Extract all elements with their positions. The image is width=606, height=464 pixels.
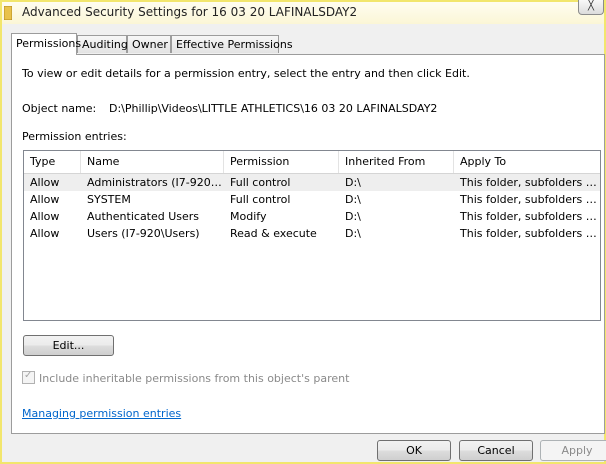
cell-name: SYSTEM bbox=[87, 193, 131, 206]
cell-type: Allow bbox=[30, 176, 60, 189]
permission-entries-list[interactable]: Type Name Permission Inherited From Appl… bbox=[23, 150, 601, 321]
cell-inherited-from: D:\ bbox=[345, 227, 361, 240]
folder-icon bbox=[3, 5, 13, 21]
tab-permissions[interactable]: Permissions bbox=[11, 33, 81, 55]
tab-label: Permissions bbox=[16, 37, 82, 50]
column-header-type[interactable]: Type bbox=[24, 151, 81, 173]
apply-button[interactable]: Apply bbox=[540, 440, 606, 461]
cell-apply-to: This folder, subfolders and... bbox=[460, 176, 600, 189]
table-row[interactable]: Allow Authenticated Users Modify D:\ Thi… bbox=[24, 208, 600, 225]
cell-apply-to: This folder, subfolders and... bbox=[460, 193, 600, 206]
tab-owner[interactable]: Owner bbox=[127, 35, 171, 53]
tab-label: Effective Permissions bbox=[176, 38, 293, 51]
security-settings-window: Advanced Security Settings for 16 03 20 … bbox=[0, 0, 606, 464]
include-inheritable-label: Include inheritable permissions from thi… bbox=[39, 372, 350, 385]
cell-permission: Read & execute bbox=[230, 227, 317, 240]
object-name-label: Object name: bbox=[22, 102, 97, 115]
checkmark-icon: ✓ bbox=[24, 370, 33, 381]
cell-inherited-from: D:\ bbox=[345, 193, 361, 206]
column-header-permission[interactable]: Permission bbox=[224, 151, 339, 173]
column-header-apply-to[interactable]: Apply To bbox=[454, 151, 600, 173]
include-inheritable-row: ✓ Include inheritable permissions from t… bbox=[22, 370, 350, 385]
close-icon: ╳ bbox=[587, 0, 595, 11]
cell-permission: Full control bbox=[230, 193, 291, 206]
include-inheritable-checkbox[interactable]: ✓ bbox=[22, 370, 35, 384]
table-row[interactable]: Allow Users (I7-920\Users) Read & execut… bbox=[24, 225, 600, 242]
cell-apply-to: This folder, subfolders and... bbox=[460, 210, 600, 223]
edit-button[interactable]: Edit... bbox=[23, 335, 114, 356]
ok-button[interactable]: OK bbox=[377, 440, 451, 461]
cell-type: Allow bbox=[30, 193, 60, 206]
cell-permission: Full control bbox=[230, 176, 291, 189]
cell-name: Administrators (I7-920\Ad... bbox=[87, 176, 224, 189]
cell-type: Allow bbox=[30, 227, 60, 240]
object-name-value: D:\Phillip\Videos\LITTLE ATHLETICS\16 03… bbox=[109, 102, 438, 115]
cell-inherited-from: D:\ bbox=[345, 176, 361, 189]
list-header: Type Name Permission Inherited From Appl… bbox=[24, 151, 600, 174]
table-row[interactable]: Allow Administrators (I7-920\Ad... Full … bbox=[24, 174, 600, 191]
managing-permission-entries-link[interactable]: Managing permission entries bbox=[22, 407, 181, 420]
cell-name: Users (I7-920\Users) bbox=[87, 227, 200, 240]
cell-permission: Modify bbox=[230, 210, 267, 223]
tab-label: Auditing bbox=[82, 38, 128, 51]
cell-type: Allow bbox=[30, 210, 60, 223]
column-header-name[interactable]: Name bbox=[81, 151, 224, 173]
title-bar[interactable]: Advanced Security Settings for 16 03 20 … bbox=[2, 0, 604, 24]
cancel-button[interactable]: Cancel bbox=[459, 440, 533, 461]
cell-apply-to: This folder, subfolders and... bbox=[460, 227, 600, 240]
tab-effective-permissions[interactable]: Effective Permissions bbox=[171, 35, 293, 53]
tab-label: Owner bbox=[132, 38, 168, 51]
table-row[interactable]: Allow SYSTEM Full control D:\ This folde… bbox=[24, 191, 600, 208]
tab-auditing[interactable]: Auditing bbox=[77, 35, 128, 53]
close-button[interactable]: ╳ bbox=[578, 0, 604, 15]
column-header-inherited-from[interactable]: Inherited From bbox=[339, 151, 454, 173]
window-title: Advanced Security Settings for 16 03 20 … bbox=[22, 5, 358, 19]
cell-inherited-from: D:\ bbox=[345, 210, 361, 223]
instructions-text: To view or edit details for a permission… bbox=[22, 67, 470, 80]
permission-entries-label: Permission entries: bbox=[22, 130, 127, 143]
permissions-panel: To view or edit details for a permission… bbox=[11, 54, 605, 434]
cell-name: Authenticated Users bbox=[87, 210, 200, 223]
